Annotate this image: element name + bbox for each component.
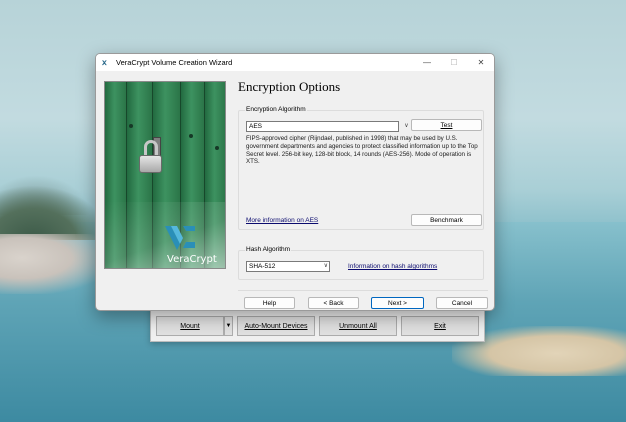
exit-label: Exit <box>434 322 446 330</box>
button-divider <box>238 290 488 291</box>
maximize-button[interactable]: ☐ <box>441 56 467 69</box>
title-bar[interactable]: ⅹ VeraCrypt Volume Creation Wizard — ☐ ✕ <box>96 54 494 71</box>
test-button[interactable]: Test <box>411 119 482 131</box>
algorithm-description: FIPS-approved cipher (Rijndael, publishe… <box>246 135 478 166</box>
page-title: Encryption Options <box>238 79 341 94</box>
chevron-down-icon: ∨ <box>323 263 328 269</box>
back-label: < Back <box>323 299 344 307</box>
hash-algorithm-group: Hash Algorithm SHA-512 ∨ Information on … <box>238 246 484 280</box>
dropdown-arrow-icon: ▼ <box>225 323 232 329</box>
more-information-aes-link[interactable]: More information on AES <box>246 217 318 224</box>
hash-algorithms-info-link[interactable]: Information on hash algorithms <box>348 263 437 270</box>
veracrypt-logo-icon: ⅹ <box>102 58 107 67</box>
wallpaper-hills <box>0 185 110 240</box>
window-title: VeraCrypt Volume Creation Wizard <box>116 58 233 67</box>
encryption-algorithm-value: AES <box>249 123 263 130</box>
benchmark-label: Benchmark <box>430 216 463 224</box>
encryption-algorithm-select[interactable]: AES <box>246 121 399 132</box>
mount-label: Mount <box>180 322 200 330</box>
wallpaper-shore-left <box>0 234 110 294</box>
auto-mount-devices-button[interactable]: Auto-Mount Devices <box>237 316 315 336</box>
unmount-all-button[interactable]: Unmount All <box>319 316 397 336</box>
hash-algorithm-value: SHA-512 <box>249 263 276 270</box>
hash-algorithm-label: Hash Algorithm <box>245 246 292 253</box>
encryption-algorithm-group: Encryption Algorithm AES ∨ Test FIPS-app… <box>238 106 484 230</box>
unmount-all-label: Unmount All <box>339 322 377 330</box>
mount-button[interactable]: Mount <box>156 316 224 336</box>
wizard-banner-image: VeraCrypt <box>104 81 226 269</box>
help-button[interactable]: Help <box>244 297 295 309</box>
back-button[interactable]: < Back <box>308 297 359 309</box>
next-button[interactable]: Next > <box>371 297 424 309</box>
encryption-algorithm-label: Encryption Algorithm <box>245 106 307 113</box>
mount-options-dropdown[interactable]: ▼ <box>224 316 233 336</box>
minimize-button[interactable]: — <box>414 56 440 69</box>
cancel-label: Cancel <box>451 299 473 307</box>
benchmark-button[interactable]: Benchmark <box>411 214 482 226</box>
help-label: Help <box>262 299 277 307</box>
padlock-icon <box>139 155 162 173</box>
auto-mount-label: Auto-Mount Devices <box>244 322 308 330</box>
veracrypt-vc-logo-icon <box>165 226 195 250</box>
test-label: Test <box>440 121 453 129</box>
exit-button[interactable]: Exit <box>401 316 479 336</box>
cancel-button[interactable]: Cancel <box>436 297 488 309</box>
hash-algorithm-select[interactable]: SHA-512 ∨ <box>246 261 330 272</box>
volume-creation-wizard-dialog: ⅹ VeraCrypt Volume Creation Wizard — ☐ ✕… <box>95 53 495 311</box>
next-label: Next > <box>388 299 407 307</box>
banner-nail <box>215 146 219 150</box>
banner-nail <box>189 134 193 138</box>
close-button[interactable]: ✕ <box>468 56 494 69</box>
banner-brand-text: VeraCrypt <box>167 254 217 265</box>
banner-nail <box>129 124 133 128</box>
